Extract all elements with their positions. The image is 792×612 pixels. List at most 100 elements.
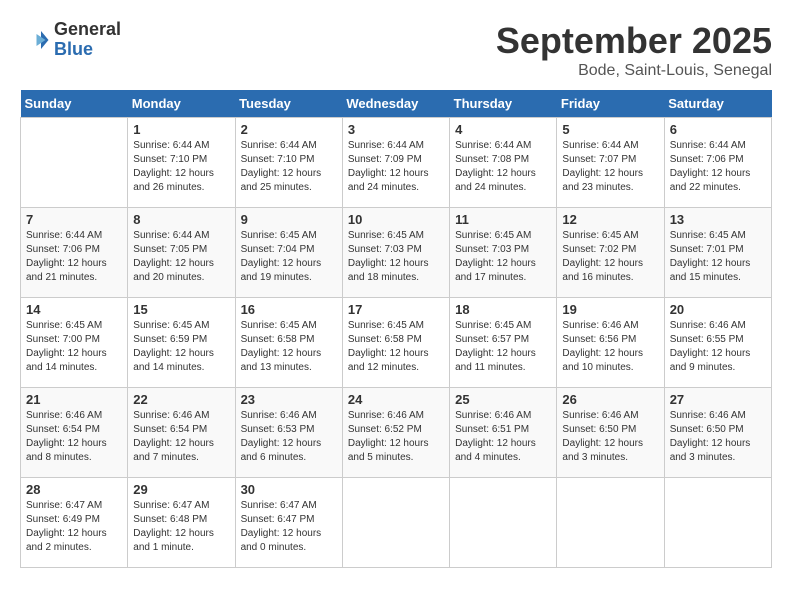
calendar-cell: 1 Sunrise: 6:44 AM Sunset: 7:10 PM Daylig… (128, 118, 235, 208)
day-info: Sunrise: 6:46 AM Sunset: 6:56 PM Dayligh… (562, 319, 658, 375)
day-info: Sunrise: 6:45 AM Sunset: 6:57 PM Dayligh… (455, 319, 551, 375)
day-number: 6 (670, 122, 766, 137)
day-info: Sunrise: 6:44 AM Sunset: 7:05 PM Dayligh… (133, 229, 229, 285)
weekday-header-saturday: Saturday (664, 90, 771, 118)
day-info: Sunrise: 6:47 AM Sunset: 6:49 PM Dayligh… (26, 499, 122, 555)
day-number: 26 (562, 392, 658, 407)
day-number: 4 (455, 122, 551, 137)
calendar-cell: 10 Sunrise: 6:45 AM Sunset: 7:03 PM Dayli… (342, 208, 449, 298)
location: Bode, Saint-Louis, Senegal (496, 62, 772, 80)
calendar-cell: 16 Sunrise: 6:45 AM Sunset: 6:58 PM Dayli… (235, 298, 342, 388)
day-info: Sunrise: 6:45 AM Sunset: 7:00 PM Dayligh… (26, 319, 122, 375)
calendar-cell: 12Sunrise: 6:45 AM Sunset: 7:02 PM Dayli… (557, 208, 664, 298)
day-info: Sunrise: 6:45 AM Sunset: 6:58 PM Dayligh… (348, 319, 444, 375)
day-info: Sunrise: 6:46 AM Sunset: 6:51 PM Dayligh… (455, 409, 551, 465)
calendar-cell: 27 Sunrise: 6:46 AM Sunset: 6:50 PM Dayli… (664, 388, 771, 478)
calendar-cell: 19 Sunrise: 6:46 AM Sunset: 6:56 PM Dayli… (557, 298, 664, 388)
day-info: Sunrise: 6:44 AM Sunset: 7:08 PM Dayligh… (455, 139, 551, 195)
calendar-cell: 29Sunrise: 6:47 AM Sunset: 6:48 PM Dayli… (128, 478, 235, 568)
day-info: Sunrise: 6:46 AM Sunset: 6:53 PM Dayligh… (241, 409, 337, 465)
day-info: Sunrise: 6:44 AM Sunset: 7:07 PM Dayligh… (562, 139, 658, 195)
calendar-cell: 14 Sunrise: 6:45 AM Sunset: 7:00 PM Dayli… (21, 298, 128, 388)
day-info: Sunrise: 6:45 AM Sunset: 7:04 PM Dayligh… (241, 229, 337, 285)
day-info: Sunrise: 6:45 AM Sunset: 7:01 PM Dayligh… (670, 229, 766, 285)
day-number: 15 (133, 302, 229, 317)
day-number: 5 (562, 122, 658, 137)
weekday-header-sunday: Sunday (21, 90, 128, 118)
day-info: Sunrise: 6:44 AM Sunset: 7:06 PM Dayligh… (670, 139, 766, 195)
day-number: 3 (348, 122, 444, 137)
calendar-cell: 25Sunrise: 6:46 AM Sunset: 6:51 PM Dayli… (450, 388, 557, 478)
title-block: September 2025 Bode, Saint-Louis, Senega… (496, 20, 772, 80)
day-number: 30 (241, 482, 337, 497)
logo-blue: Blue (54, 40, 121, 60)
day-info: Sunrise: 6:46 AM Sunset: 6:52 PM Dayligh… (348, 409, 444, 465)
logo-text: General Blue (54, 20, 121, 60)
calendar-cell (21, 118, 128, 208)
calendar-cell: 3 Sunrise: 6:44 AM Sunset: 7:09 PM Daylig… (342, 118, 449, 208)
day-info: Sunrise: 6:44 AM Sunset: 7:10 PM Dayligh… (133, 139, 229, 195)
weekday-header-thursday: Thursday (450, 90, 557, 118)
day-number: 7 (26, 212, 122, 227)
calendar-cell: 2 Sunrise: 6:44 AM Sunset: 7:10 PM Daylig… (235, 118, 342, 208)
weekday-header-wednesday: Wednesday (342, 90, 449, 118)
calendar-cell: 17 Sunrise: 6:45 AM Sunset: 6:58 PM Dayli… (342, 298, 449, 388)
day-info: Sunrise: 6:46 AM Sunset: 6:54 PM Dayligh… (26, 409, 122, 465)
day-info: Sunrise: 6:46 AM Sunset: 6:54 PM Dayligh… (133, 409, 229, 465)
day-info: Sunrise: 6:45 AM Sunset: 7:03 PM Dayligh… (455, 229, 551, 285)
day-info: Sunrise: 6:45 AM Sunset: 7:03 PM Dayligh… (348, 229, 444, 285)
day-number: 22 (133, 392, 229, 407)
weekday-header-friday: Friday (557, 90, 664, 118)
day-number: 17 (348, 302, 444, 317)
day-info: Sunrise: 6:46 AM Sunset: 6:55 PM Dayligh… (670, 319, 766, 375)
day-number: 20 (670, 302, 766, 317)
calendar-cell: 15 Sunrise: 6:45 AM Sunset: 6:59 PM Dayli… (128, 298, 235, 388)
calendar-cell: 9Sunrise: 6:45 AM Sunset: 7:04 PM Daylig… (235, 208, 342, 298)
calendar-cell: 7 Sunrise: 6:44 AM Sunset: 7:06 PM Daylig… (21, 208, 128, 298)
day-number: 27 (670, 392, 766, 407)
day-number: 10 (348, 212, 444, 227)
weekday-header-tuesday: Tuesday (235, 90, 342, 118)
calendar-cell: 28Sunrise: 6:47 AM Sunset: 6:49 PM Dayli… (21, 478, 128, 568)
day-info: Sunrise: 6:44 AM Sunset: 7:09 PM Dayligh… (348, 139, 444, 195)
calendar-cell (557, 478, 664, 568)
day-info: Sunrise: 6:44 AM Sunset: 7:10 PM Dayligh… (241, 139, 337, 195)
calendar-cell: 26 Sunrise: 6:46 AM Sunset: 6:50 PM Dayli… (557, 388, 664, 478)
calendar-cell: 13 Sunrise: 6:45 AM Sunset: 7:01 PM Dayli… (664, 208, 771, 298)
week-row-4: 21 Sunrise: 6:46 AM Sunset: 6:54 PM Dayli… (21, 388, 772, 478)
day-number: 1 (133, 122, 229, 137)
calendar-cell: 11 Sunrise: 6:45 AM Sunset: 7:03 PM Dayli… (450, 208, 557, 298)
calendar-cell (664, 478, 771, 568)
day-number: 19 (562, 302, 658, 317)
day-number: 11 (455, 212, 551, 227)
day-info: Sunrise: 6:45 AM Sunset: 6:59 PM Dayligh… (133, 319, 229, 375)
calendar-cell: 21 Sunrise: 6:46 AM Sunset: 6:54 PM Dayli… (21, 388, 128, 478)
day-info: Sunrise: 6:45 AM Sunset: 6:58 PM Dayligh… (241, 319, 337, 375)
day-info: Sunrise: 6:46 AM Sunset: 6:50 PM Dayligh… (562, 409, 658, 465)
day-info: Sunrise: 6:46 AM Sunset: 6:50 PM Dayligh… (670, 409, 766, 465)
calendar-cell: 24 Sunrise: 6:46 AM Sunset: 6:52 PM Dayli… (342, 388, 449, 478)
day-number: 16 (241, 302, 337, 317)
day-number: 8 (133, 212, 229, 227)
calendar-cell (342, 478, 449, 568)
day-number: 2 (241, 122, 337, 137)
week-row-5: 28Sunrise: 6:47 AM Sunset: 6:49 PM Dayli… (21, 478, 772, 568)
day-number: 21 (26, 392, 122, 407)
calendar-cell: 30Sunrise: 6:47 AM Sunset: 6:47 PM Dayli… (235, 478, 342, 568)
day-number: 13 (670, 212, 766, 227)
calendar-cell (450, 478, 557, 568)
week-row-3: 14 Sunrise: 6:45 AM Sunset: 7:00 PM Dayli… (21, 298, 772, 388)
calendar-cell: 23 Sunrise: 6:46 AM Sunset: 6:53 PM Dayli… (235, 388, 342, 478)
day-number: 14 (26, 302, 122, 317)
day-info: Sunrise: 6:45 AM Sunset: 7:02 PM Dayligh… (562, 229, 658, 285)
day-info: Sunrise: 6:44 AM Sunset: 7:06 PM Dayligh… (26, 229, 122, 285)
logo-general: General (54, 20, 121, 40)
calendar-cell: 18Sunrise: 6:45 AM Sunset: 6:57 PM Dayli… (450, 298, 557, 388)
logo: General Blue (20, 20, 121, 60)
logo-icon (20, 25, 50, 55)
calendar-cell: 4 Sunrise: 6:44 AM Sunset: 7:08 PM Daylig… (450, 118, 557, 208)
calendar-cell: 22 Sunrise: 6:46 AM Sunset: 6:54 PM Dayli… (128, 388, 235, 478)
day-number: 23 (241, 392, 337, 407)
calendar-table: SundayMondayTuesdayWednesdayThursdayFrid… (20, 90, 772, 568)
day-number: 24 (348, 392, 444, 407)
